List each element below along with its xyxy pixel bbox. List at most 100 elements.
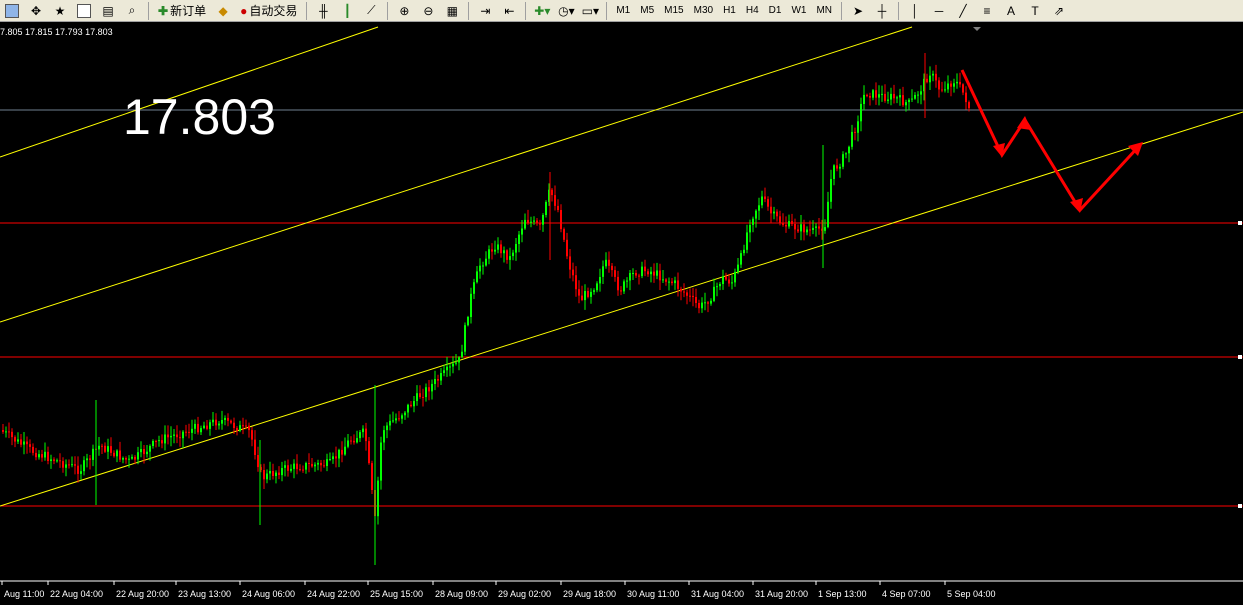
market-watch-icon[interactable]: ★ bbox=[51, 2, 69, 20]
timeframe-m30[interactable]: M30 bbox=[694, 5, 713, 16]
line-chart-icon[interactable]: ⟋ bbox=[362, 2, 380, 20]
candle-body bbox=[578, 289, 580, 296]
candle-body bbox=[440, 373, 442, 381]
candle-body bbox=[953, 83, 955, 87]
candle bbox=[296, 454, 298, 475]
channel-middle-line[interactable] bbox=[0, 26, 913, 323]
timeframe-m5[interactable]: M5 bbox=[640, 5, 654, 16]
candle-body bbox=[653, 271, 655, 276]
new-chart-icon[interactable] bbox=[3, 2, 21, 20]
bar-chart-icon[interactable]: ╫ bbox=[314, 2, 332, 20]
text-icon[interactable]: A bbox=[1002, 2, 1020, 20]
candle bbox=[158, 435, 160, 447]
candle bbox=[281, 461, 283, 482]
candle-body bbox=[704, 302, 706, 304]
terminal-icon[interactable]: ▤ bbox=[99, 2, 117, 20]
tile-windows-icon[interactable]: ▦ bbox=[443, 2, 461, 20]
candle bbox=[701, 297, 703, 313]
candle-body bbox=[233, 422, 235, 428]
candle-body bbox=[290, 468, 292, 471]
candle-body bbox=[635, 273, 637, 276]
trendline-icon[interactable]: ╱ bbox=[954, 2, 972, 20]
arrows-icon[interactable]: ⇗ bbox=[1050, 2, 1068, 20]
indicators-icon[interactable]: ✚▾ bbox=[533, 2, 551, 20]
candle-body bbox=[686, 292, 688, 296]
timeframe-m1[interactable]: M1 bbox=[616, 5, 630, 16]
auto-scroll-icon[interactable]: ⇥ bbox=[476, 2, 494, 20]
candle bbox=[608, 251, 610, 273]
auto-trade-button[interactable]: ● 自动交易 bbox=[238, 2, 299, 20]
navigator-icon[interactable] bbox=[75, 2, 93, 20]
candle bbox=[86, 453, 88, 468]
periodicity-icon[interactable]: ◷▾ bbox=[557, 2, 575, 20]
candle bbox=[347, 434, 349, 449]
candlestick-icon[interactable]: ┃ bbox=[338, 2, 356, 20]
candle bbox=[62, 457, 64, 473]
candle-body bbox=[428, 387, 430, 392]
candle bbox=[566, 232, 568, 260]
candle bbox=[350, 436, 352, 445]
candle bbox=[461, 344, 463, 359]
candle-body bbox=[455, 362, 457, 364]
candle bbox=[908, 98, 910, 111]
templates-icon[interactable]: ▭▾ bbox=[581, 2, 599, 20]
candle-body bbox=[908, 99, 910, 103]
candle-body bbox=[488, 249, 490, 259]
candle-body bbox=[887, 99, 889, 101]
timeframe-mn[interactable]: MN bbox=[816, 5, 832, 16]
candle-body bbox=[677, 280, 679, 289]
candle-body bbox=[875, 90, 877, 98]
projection-path bbox=[960, 69, 1142, 213]
candle-body bbox=[53, 459, 55, 462]
candle-body bbox=[365, 428, 367, 442]
zoom-in-icon[interactable]: ⊕ bbox=[395, 2, 413, 20]
zoom-out-icon[interactable]: ⊖ bbox=[419, 2, 437, 20]
candle bbox=[326, 453, 328, 472]
vertical-line-icon[interactable]: │ bbox=[906, 2, 924, 20]
candle-body bbox=[503, 250, 505, 254]
candle-body bbox=[188, 431, 190, 433]
candle-body bbox=[230, 420, 232, 423]
candle bbox=[287, 459, 289, 477]
candle-body bbox=[2, 430, 4, 432]
candle bbox=[26, 436, 28, 454]
profiles-icon[interactable]: ✥ bbox=[27, 2, 45, 20]
timeframe-h4[interactable]: H4 bbox=[746, 5, 759, 16]
timeframe-w1[interactable]: W1 bbox=[791, 5, 806, 16]
chart-shift-icon[interactable]: ⇤ bbox=[500, 2, 518, 20]
timeframe-m15[interactable]: M15 bbox=[664, 5, 683, 16]
candle bbox=[758, 197, 760, 220]
level-handle[interactable] bbox=[1238, 355, 1242, 359]
candle bbox=[581, 285, 583, 302]
strategy-tester-icon[interactable]: ⌕ bbox=[123, 2, 141, 20]
candle-body bbox=[509, 256, 511, 260]
candle-body bbox=[881, 93, 883, 95]
candle bbox=[473, 278, 475, 299]
candle bbox=[932, 70, 934, 82]
level-handle[interactable] bbox=[1238, 504, 1242, 508]
candle bbox=[842, 151, 844, 170]
candle bbox=[668, 277, 670, 291]
chart-area[interactable]: Aug 11:00 22 Aug 04:00 22 Aug 20:00 23 Aug … bbox=[0, 22, 1243, 605]
chart-shift-marker[interactable] bbox=[973, 27, 981, 31]
candle-body bbox=[437, 379, 439, 381]
candle-body bbox=[485, 258, 487, 266]
candle-body bbox=[518, 234, 520, 244]
timeframe-h1[interactable]: H1 bbox=[723, 5, 736, 16]
candle bbox=[401, 413, 403, 424]
candle bbox=[110, 437, 112, 456]
level-handle[interactable] bbox=[1238, 221, 1242, 225]
candle-body bbox=[770, 206, 772, 214]
meta-editor-icon[interactable]: ◆ bbox=[214, 2, 232, 20]
label-icon[interactable]: T bbox=[1026, 2, 1044, 20]
candle bbox=[536, 218, 538, 226]
new-order-button[interactable]: ✚ 新订单 bbox=[156, 2, 208, 20]
timeframe-d1[interactable]: D1 bbox=[769, 5, 782, 16]
fibonacci-icon[interactable]: ≡ bbox=[978, 2, 996, 20]
cursor-icon[interactable]: ➤ bbox=[849, 2, 867, 20]
crosshair-icon[interactable]: ┼ bbox=[873, 2, 891, 20]
candle-body bbox=[239, 425, 241, 431]
candle bbox=[35, 447, 37, 461]
candle bbox=[743, 244, 745, 256]
horizontal-line-icon[interactable]: ─ bbox=[930, 2, 948, 20]
